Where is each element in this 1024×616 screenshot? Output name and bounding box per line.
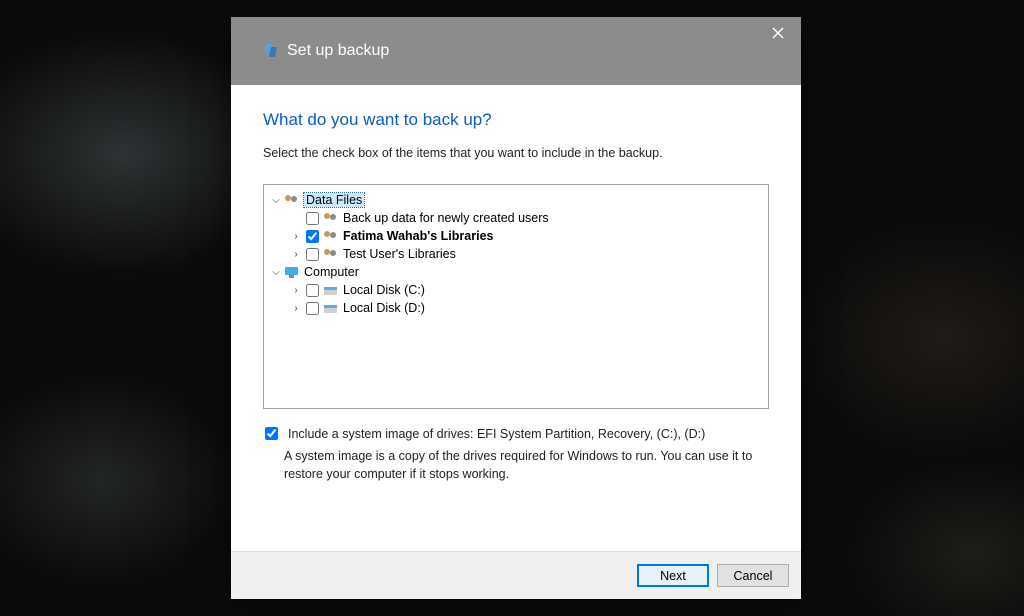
chevron-right-icon[interactable]: › [290,249,302,260]
backup-icon [263,43,279,59]
page-heading: What do you want to back up? [263,110,769,130]
titlebar: Set up backup [231,17,801,85]
system-image-label[interactable]: Include a system image of drives: EFI Sy… [288,427,705,441]
dialog-content: What do you want to back up? Select the … [231,85,801,551]
dialog-title: Set up backup [287,42,389,60]
tree-label-test-user[interactable]: Test User's Libraries [343,247,456,261]
users-icon [323,229,339,243]
page-subtext: Select the check box of the items that y… [263,146,769,160]
tree-node-computer[interactable]: ⌵ Computer [268,263,764,281]
tree-node-disk-d[interactable]: › Local Disk (D:) [268,299,764,317]
close-button[interactable] [755,17,801,49]
tree-label-computer[interactable]: Computer [304,265,359,279]
checkbox-local-disk-c[interactable] [306,284,319,297]
tree-label-new-users[interactable]: Back up data for newly created users [343,211,549,225]
users-icon [284,193,300,207]
chevron-down-icon[interactable]: ⌵ [270,267,282,278]
checkbox-new-users[interactable] [306,212,319,225]
checkbox-system-image[interactable] [265,427,278,440]
tree-node-test-user[interactable]: › Test User's Libraries [268,245,764,263]
checkbox-local-disk-d[interactable] [306,302,319,315]
tree-label-fatima[interactable]: Fatima Wahab's Libraries [343,229,493,243]
tree-node-disk-c[interactable]: › Local Disk (C:) [268,281,764,299]
next-button[interactable]: Next [637,564,709,587]
close-icon [772,27,784,39]
disk-icon [323,301,339,315]
backup-tree[interactable]: ⌵ Data Files › Back up data for newly cr… [263,184,769,409]
chevron-right-icon[interactable]: › [290,285,302,296]
system-image-help: A system image is a copy of the drives r… [284,447,769,483]
checkbox-test-user-libraries[interactable] [306,248,319,261]
system-image-row: Include a system image of drives: EFI Sy… [263,427,769,441]
tree-label-data-files[interactable]: Data Files [304,193,364,207]
tree-node-data-files[interactable]: ⌵ Data Files [268,191,764,209]
chevron-right-icon[interactable]: › [290,303,302,314]
tree-node-fatima[interactable]: › Fatima Wahab's Libraries [268,227,764,245]
chevron-right-icon[interactable]: › [290,231,302,242]
checkbox-fatima-libraries[interactable] [306,230,319,243]
users-icon [323,247,339,261]
dialog-footer: Next Cancel [231,551,801,599]
tree-label-disk-c[interactable]: Local Disk (C:) [343,283,425,297]
computer-icon [284,265,300,279]
cancel-button[interactable]: Cancel [717,564,789,587]
tree-node-new-users[interactable]: › Back up data for newly created users [268,209,764,227]
disk-icon [323,283,339,297]
tree-label-disk-d[interactable]: Local Disk (D:) [343,301,425,315]
setup-backup-dialog: Set up backup What do you want to back u… [231,17,801,599]
chevron-down-icon[interactable]: ⌵ [270,195,282,206]
users-icon [323,211,339,225]
